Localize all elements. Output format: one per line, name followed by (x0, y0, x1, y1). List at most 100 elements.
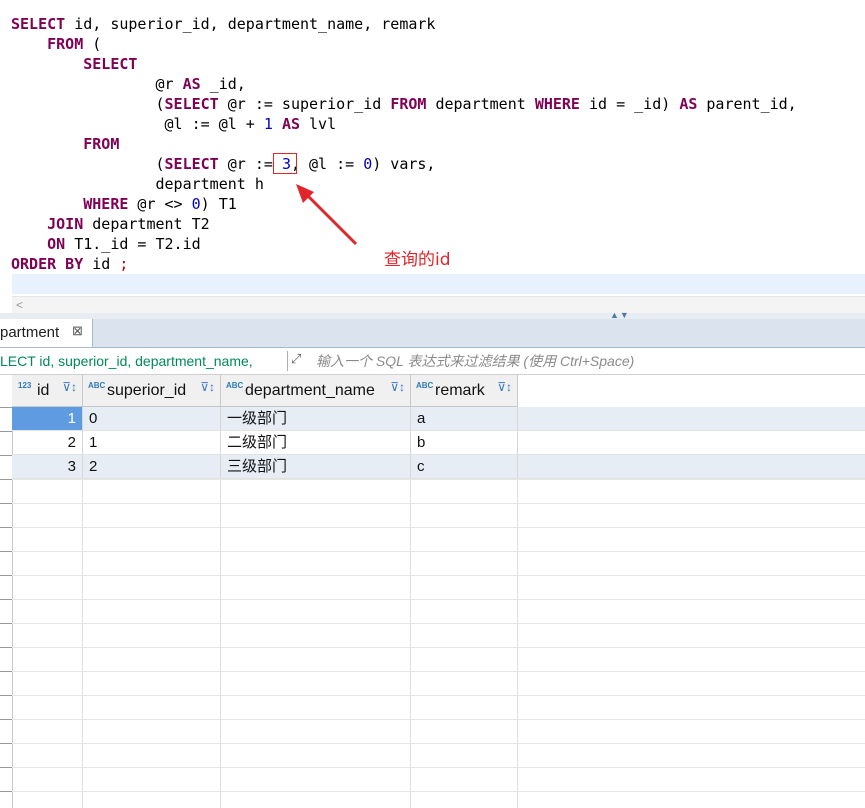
empty-row-line (12, 743, 865, 744)
column-header-id[interactable]: 123 id ⊽↕ (12, 375, 83, 407)
sql-text: @r <> (128, 195, 192, 213)
column-header-remark[interactable]: ABC remark ⊽↕ (411, 375, 518, 407)
sql-line: FROM (11, 134, 119, 154)
sql-text: ( (11, 95, 165, 113)
results-grid[interactable]: 123 id ⊽↕ ABC superior_id ⊽↕ ABC departm… (0, 375, 865, 808)
empty-row-line (12, 791, 865, 792)
empty-row-line (12, 671, 865, 672)
cell-department-name[interactable]: 一级部门 (221, 407, 411, 430)
sort-filter-icon[interactable]: ⊽↕ (390, 380, 405, 394)
sql-text: id = _id) (579, 95, 680, 113)
sort-filter-icon[interactable]: ⊽↕ (62, 380, 77, 394)
string-type-icon: ABC (88, 381, 106, 390)
row-number-tick (0, 623, 12, 624)
string-type-icon: ABC (416, 381, 434, 390)
sql-text: @r (11, 75, 183, 93)
cell-superior-id[interactable]: 2 (83, 455, 221, 478)
column-header-label: id (37, 382, 50, 399)
annotation-highlight-box (273, 153, 297, 174)
expand-filter-icon[interactable]: ⤢ (291, 351, 301, 367)
numeric-type-icon: 123 (18, 381, 32, 390)
cell-department-name[interactable]: 三级部门 (221, 455, 411, 478)
column-header-label: department_name (245, 382, 375, 399)
column-header-label: superior_id (107, 382, 187, 399)
sql-keyword: AS (281, 115, 300, 133)
sql-text: department (426, 95, 535, 113)
cell-id[interactable]: 3 (12, 455, 83, 478)
row-number-tick (0, 695, 12, 696)
sql-keyword: WHERE (534, 95, 580, 113)
cell-department-name[interactable]: 二级部门 (221, 431, 411, 454)
sql-number: 0 (363, 155, 373, 173)
close-icon[interactable]: ⊠ (72, 323, 83, 339)
row-number-tick (0, 671, 12, 672)
column-header-department-name[interactable]: ABC department_name ⊽↕ (221, 375, 411, 407)
scroll-left-icon[interactable]: < (16, 298, 23, 312)
tab-results-department[interactable]: partment ⊠ (0, 319, 93, 347)
current-line-highlight (12, 274, 865, 294)
table-row[interactable]: 3 2 三级部门 c (12, 455, 865, 479)
sort-filter-icon[interactable]: ⊽↕ (497, 380, 512, 394)
sql-keyword: JOIN (47, 215, 84, 233)
filter-expression-input[interactable] (316, 351, 861, 371)
annotation-arrow-icon (296, 184, 358, 246)
empty-row-line (12, 551, 865, 552)
row-number-tick (0, 431, 12, 432)
sql-keyword: FROM (83, 135, 120, 153)
cell-id[interactable]: 1 (12, 407, 83, 430)
sql-text: department h (11, 175, 264, 193)
table-row[interactable]: 2 1 二级部门 b (12, 431, 865, 455)
sort-filter-icon[interactable]: ⊽↕ (200, 380, 215, 394)
cell-remark[interactable]: c (411, 455, 518, 478)
sql-text: _id, (200, 75, 246, 93)
sql-text: lvl (300, 115, 337, 133)
empty-row-line (12, 527, 865, 528)
sql-keyword: FROM (390, 95, 427, 113)
empty-row-line (12, 695, 865, 696)
cell-id[interactable]: 2 (12, 431, 83, 454)
filter-bar: LECT id, superior_id, department_name, ⤢ (0, 348, 865, 375)
sql-line: WHERE @r <> 0) T1 (11, 194, 237, 214)
row-number-tick (0, 767, 12, 768)
column-header-label: remark (435, 382, 485, 399)
empty-row-line (12, 479, 865, 480)
sql-keyword: AS (679, 95, 698, 113)
active-query-label: LECT id, superior_id, department_name, (0, 353, 253, 369)
sql-keyword: SELECT (164, 95, 219, 113)
sql-line: (SELECT @r := 3, @l := 0) vars, (11, 154, 435, 174)
table-row[interactable]: 1 0 一级部门 a (12, 407, 865, 431)
sql-keyword: SELECT (83, 55, 138, 73)
row-number-tick (0, 647, 12, 648)
column-header-superior-id[interactable]: ABC superior_id ⊽↕ (83, 375, 221, 407)
sql-text: ( (83, 35, 102, 53)
tab-label: partment (0, 324, 60, 341)
cell-superior-id[interactable]: 0 (83, 407, 221, 430)
cell-remark[interactable]: b (411, 431, 518, 454)
cell-superior-id[interactable]: 1 (83, 431, 221, 454)
sql-keyword: ORDER BY (11, 255, 84, 273)
sql-text: id (83, 255, 120, 273)
sql-text: ( (11, 155, 165, 173)
row-number-tick (0, 743, 12, 744)
sql-line: ON T1._id = T2.id (11, 234, 201, 254)
results-tab-bar: partment ⊠ (0, 319, 865, 348)
sql-text: parent_id, (697, 95, 797, 113)
row-number-tick (0, 551, 12, 552)
empty-row-line (12, 647, 865, 648)
editor-horizontal-scrollbar[interactable]: < (12, 296, 865, 314)
row-number-tick (0, 575, 12, 576)
sql-text: T1._id = T2.id (65, 235, 201, 253)
sql-keyword: AS (182, 75, 201, 93)
sql-text: ; (119, 255, 129, 273)
sql-editor[interactable]: SELECT id, superior_id, department_name,… (0, 0, 865, 296)
empty-row-line (12, 767, 865, 768)
row-number-tick (0, 455, 12, 456)
sql-line: department h (11, 174, 264, 194)
sql-text: @l := @l + (11, 115, 264, 133)
sql-line: @l := @l + 1 AS lvl (11, 114, 337, 134)
cell-remark[interactable]: a (411, 407, 518, 430)
